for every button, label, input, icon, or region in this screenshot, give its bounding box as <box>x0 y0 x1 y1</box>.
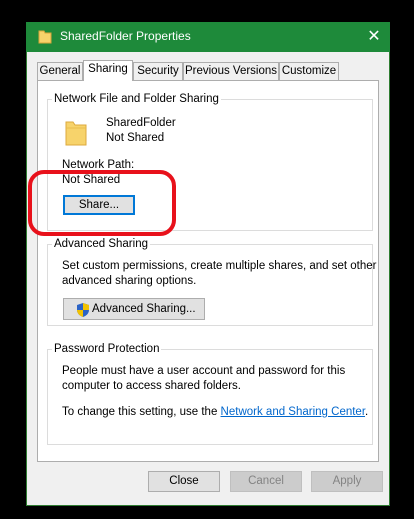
properties-dialog: SharedFolder Properties ✕ General Sharin… <box>26 22 390 506</box>
uac-shield-icon <box>77 303 89 317</box>
advanced-sharing-button[interactable]: Advanced Sharing... <box>63 298 205 320</box>
advanced-sharing-description-2: advanced sharing options. <box>62 275 197 287</box>
folder-icon <box>65 121 87 146</box>
password-protection-group: Password Protection People must have a u… <box>47 342 373 445</box>
network-sharing-label: Network File and Folder Sharing <box>52 92 221 106</box>
tab-previous-versions[interactable]: Previous Versions <box>183 62 279 80</box>
password-protection-text-1: People must have a user account and pass… <box>62 365 346 377</box>
advanced-sharing-description-1: Set custom permissions, create multiple … <box>62 260 377 272</box>
apply-button[interactable]: Apply <box>311 471 383 492</box>
password-protection-text-2: computer to access shared folders. <box>62 380 241 392</box>
folder-share-status: Not Shared <box>106 132 165 144</box>
change-setting-prefix: To change this setting, use the <box>62 406 221 418</box>
sharing-tab-panel: Network File and Folder Sharing SharedFo… <box>37 80 379 462</box>
cancel-button[interactable]: Cancel <box>230 471 302 492</box>
close-button[interactable]: Close <box>148 471 220 492</box>
window-title: SharedFolder Properties <box>60 29 191 43</box>
advanced-sharing-label: Advanced Sharing <box>52 237 150 251</box>
network-sharing-center-link[interactable]: Network and Sharing Center <box>221 406 365 418</box>
folder-icon <box>38 30 52 44</box>
folder-name: SharedFolder <box>106 117 176 129</box>
tab-sharing[interactable]: Sharing <box>83 60 133 81</box>
advanced-sharing-button-label: Advanced Sharing... <box>92 303 196 315</box>
change-setting-text: To change this setting, use the Network … <box>62 405 368 419</box>
tab-security[interactable]: Security <box>133 62 183 80</box>
change-setting-suffix: . <box>365 406 369 418</box>
password-protection-label: Password Protection <box>52 342 162 356</box>
tab-customize[interactable]: Customize <box>279 62 339 80</box>
advanced-sharing-group: Advanced Sharing Set custom permissions,… <box>47 237 377 326</box>
tab-general[interactable]: General <box>37 62 83 80</box>
close-icon[interactable]: ✕ <box>358 22 390 52</box>
annotation-highlight-circle <box>28 170 176 236</box>
title-bar[interactable]: SharedFolder Properties ✕ <box>26 22 390 52</box>
